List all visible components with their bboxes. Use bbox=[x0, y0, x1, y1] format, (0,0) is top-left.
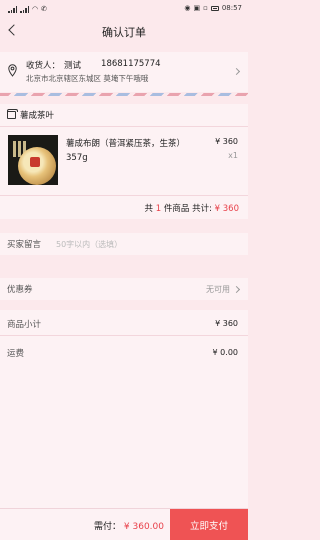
signal-icon bbox=[8, 5, 17, 13]
shipping-value: ¥ 0.00 bbox=[212, 348, 238, 357]
remark-row: 买家留言 bbox=[0, 233, 248, 255]
pay-now-button[interactable]: 立即支付 bbox=[170, 509, 248, 540]
receiver-line: 收货人： 测试 18681175774 bbox=[26, 59, 161, 71]
need-pay-label: 需付： bbox=[94, 522, 122, 532]
divider bbox=[0, 126, 248, 127]
notification-icon: ✆ bbox=[41, 5, 47, 13]
subtotal-label: 商品小计 bbox=[7, 320, 42, 330]
summary-prefix: 共 bbox=[144, 204, 154, 214]
subtotal-value: ¥ 360 bbox=[215, 319, 238, 328]
receiver-phone: 18681175774 bbox=[101, 59, 161, 69]
divider bbox=[0, 195, 248, 196]
status-bar-right: ◉ ▣ ▫ 08:57 bbox=[184, 4, 242, 12]
coupon-value: 无可用 bbox=[206, 285, 230, 294]
coupon-label: 优惠券 bbox=[7, 285, 33, 295]
receiver-address: 北京市北京辖区东城区 莫埯下午哦哦 bbox=[26, 74, 149, 83]
remark-label: 买家留言 bbox=[7, 240, 42, 250]
chevron-right-icon bbox=[232, 67, 241, 76]
eye-icon: ◉ bbox=[184, 4, 191, 12]
wifi-icon: ◠ bbox=[32, 5, 39, 13]
mute-icon: ▫ bbox=[203, 4, 208, 12]
receiver-name: 测试 bbox=[64, 61, 82, 71]
status-bar-left: ◠ ✆ bbox=[8, 5, 47, 13]
summary-mid: 件商品 共计: bbox=[163, 204, 212, 214]
address-card[interactable]: 收货人： 测试 18681175774 北京市北京辖区东城区 莫埯下午哦哦 bbox=[0, 52, 248, 92]
remark-input[interactable] bbox=[56, 236, 206, 252]
order-summary: 共 1 件商品 共计: ¥ 360 bbox=[145, 202, 239, 214]
product-name[interactable]: 薯成布朗（普洱紧压茶，生茶）357g bbox=[66, 137, 206, 165]
receiver-label: 收货人： bbox=[26, 61, 61, 71]
shop-header: 薯成茶叶 bbox=[7, 109, 54, 121]
product-price: ¥ 360 bbox=[215, 137, 238, 146]
signal-icon-2 bbox=[20, 5, 29, 13]
shop-name: 薯成茶叶 bbox=[20, 111, 55, 121]
airmail-border bbox=[0, 93, 248, 96]
shipping-label: 运费 bbox=[7, 349, 25, 359]
location-pin-icon bbox=[8, 64, 17, 77]
product-quantity: x1 bbox=[228, 151, 238, 160]
divider bbox=[0, 335, 248, 336]
product-image[interactable] bbox=[8, 135, 58, 185]
shop-card: 薯成茶叶 薯成布朗（普洱紧压茶，生茶）357g ¥ 360 x1 共 1 件商品… bbox=[0, 104, 248, 219]
totals-card: 商品小计 ¥ 360 运费 ¥ 0.00 bbox=[0, 310, 248, 510]
chevron-right-icon bbox=[232, 285, 241, 294]
status-bar: ◠ ✆ ◉ ▣ ▫ 08:57 bbox=[0, 0, 248, 18]
coupon-row[interactable]: 优惠券 无可用 bbox=[0, 278, 248, 300]
status-time: 08:57 bbox=[221, 4, 242, 12]
need-pay: 需付： ¥ 360.00 bbox=[94, 519, 164, 532]
nav-bar: 确认订单 bbox=[0, 18, 248, 44]
summary-count: 1 bbox=[155, 204, 162, 214]
nfc-icon: ▣ bbox=[193, 4, 201, 12]
need-pay-amount: ¥ 360.00 bbox=[123, 522, 164, 532]
store-icon bbox=[7, 109, 18, 119]
battery-icon bbox=[210, 5, 219, 11]
summary-total: ¥ 360 bbox=[214, 204, 239, 214]
page-title: 确认订单 bbox=[102, 26, 146, 39]
bottom-bar: 需付： ¥ 360.00 立即支付 bbox=[0, 508, 248, 540]
